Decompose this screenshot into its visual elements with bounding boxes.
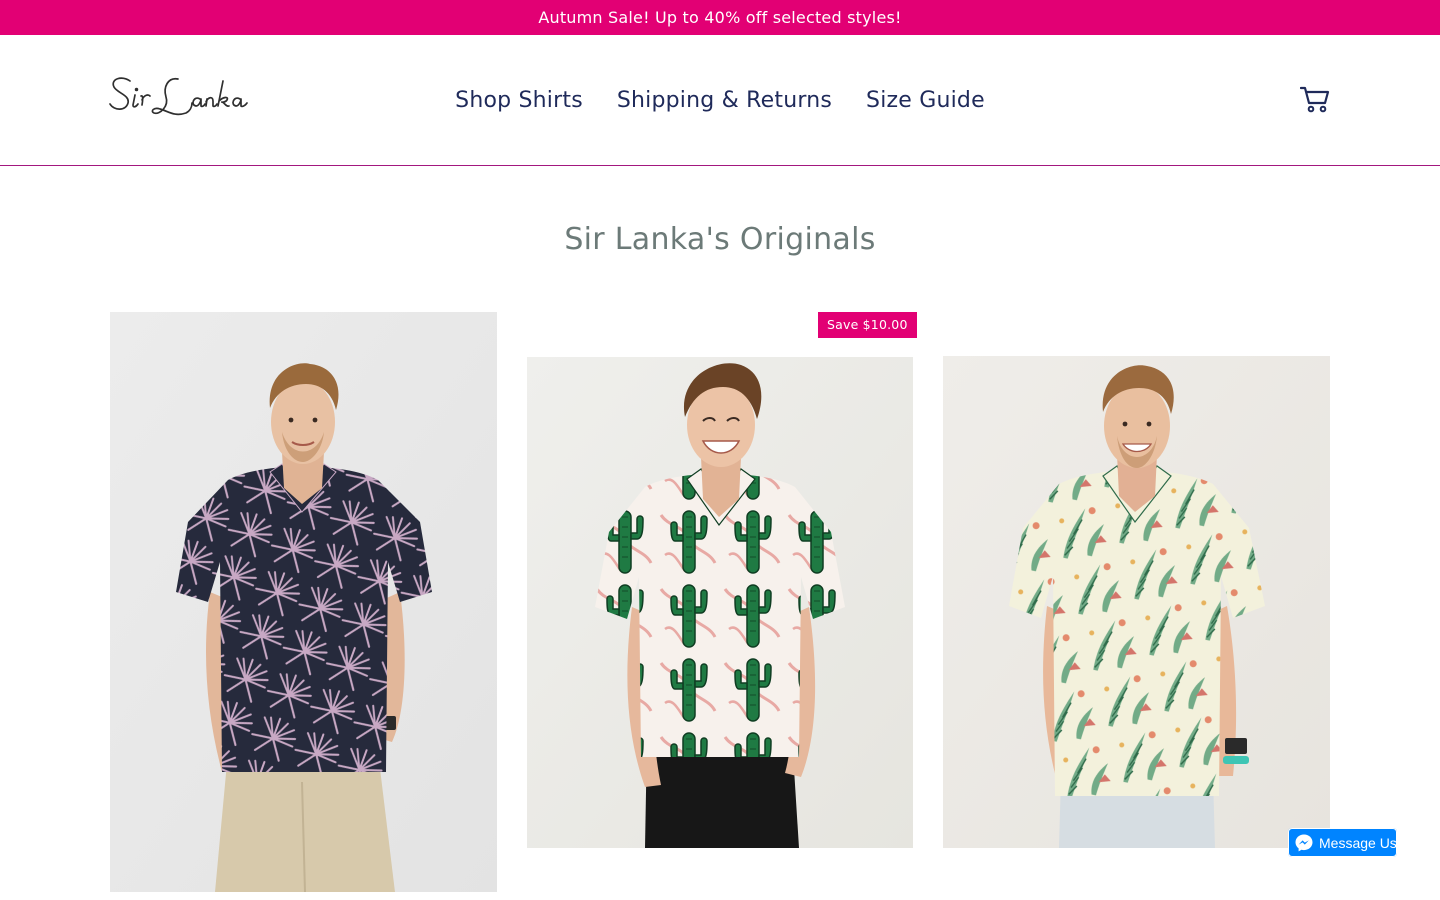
message-us-label: Message Us xyxy=(1319,834,1397,851)
announcement-bar: Autumn Sale! Up to 40% off selected styl… xyxy=(0,0,1440,35)
nav-size-guide[interactable]: Size Guide xyxy=(866,88,985,113)
collection-title: Sir Lanka's Originals xyxy=(564,222,876,257)
product-card[interactable] xyxy=(943,356,1330,848)
cart-icon[interactable] xyxy=(1299,85,1330,113)
logo[interactable] xyxy=(108,73,250,125)
product-card[interactable] xyxy=(110,312,497,892)
announcement-text: Autumn Sale! Up to 40% off selected styl… xyxy=(538,8,902,27)
message-us-button[interactable]: Message Us xyxy=(1288,828,1397,857)
logo-wordmark xyxy=(109,77,248,116)
nav-shop-shirts[interactable]: Shop Shirts xyxy=(455,88,583,113)
product-image[interactable] xyxy=(527,357,913,848)
product-image[interactable] xyxy=(943,356,1330,848)
product-card[interactable] xyxy=(527,357,913,848)
messenger-icon xyxy=(1294,833,1314,853)
site-header: Shop Shirts Shipping & Returns Size Guid… xyxy=(0,35,1440,166)
product-image[interactable] xyxy=(110,312,497,892)
nav-shipping-returns[interactable]: Shipping & Returns xyxy=(617,88,832,113)
sale-badge: Save $10.00 xyxy=(818,312,917,338)
